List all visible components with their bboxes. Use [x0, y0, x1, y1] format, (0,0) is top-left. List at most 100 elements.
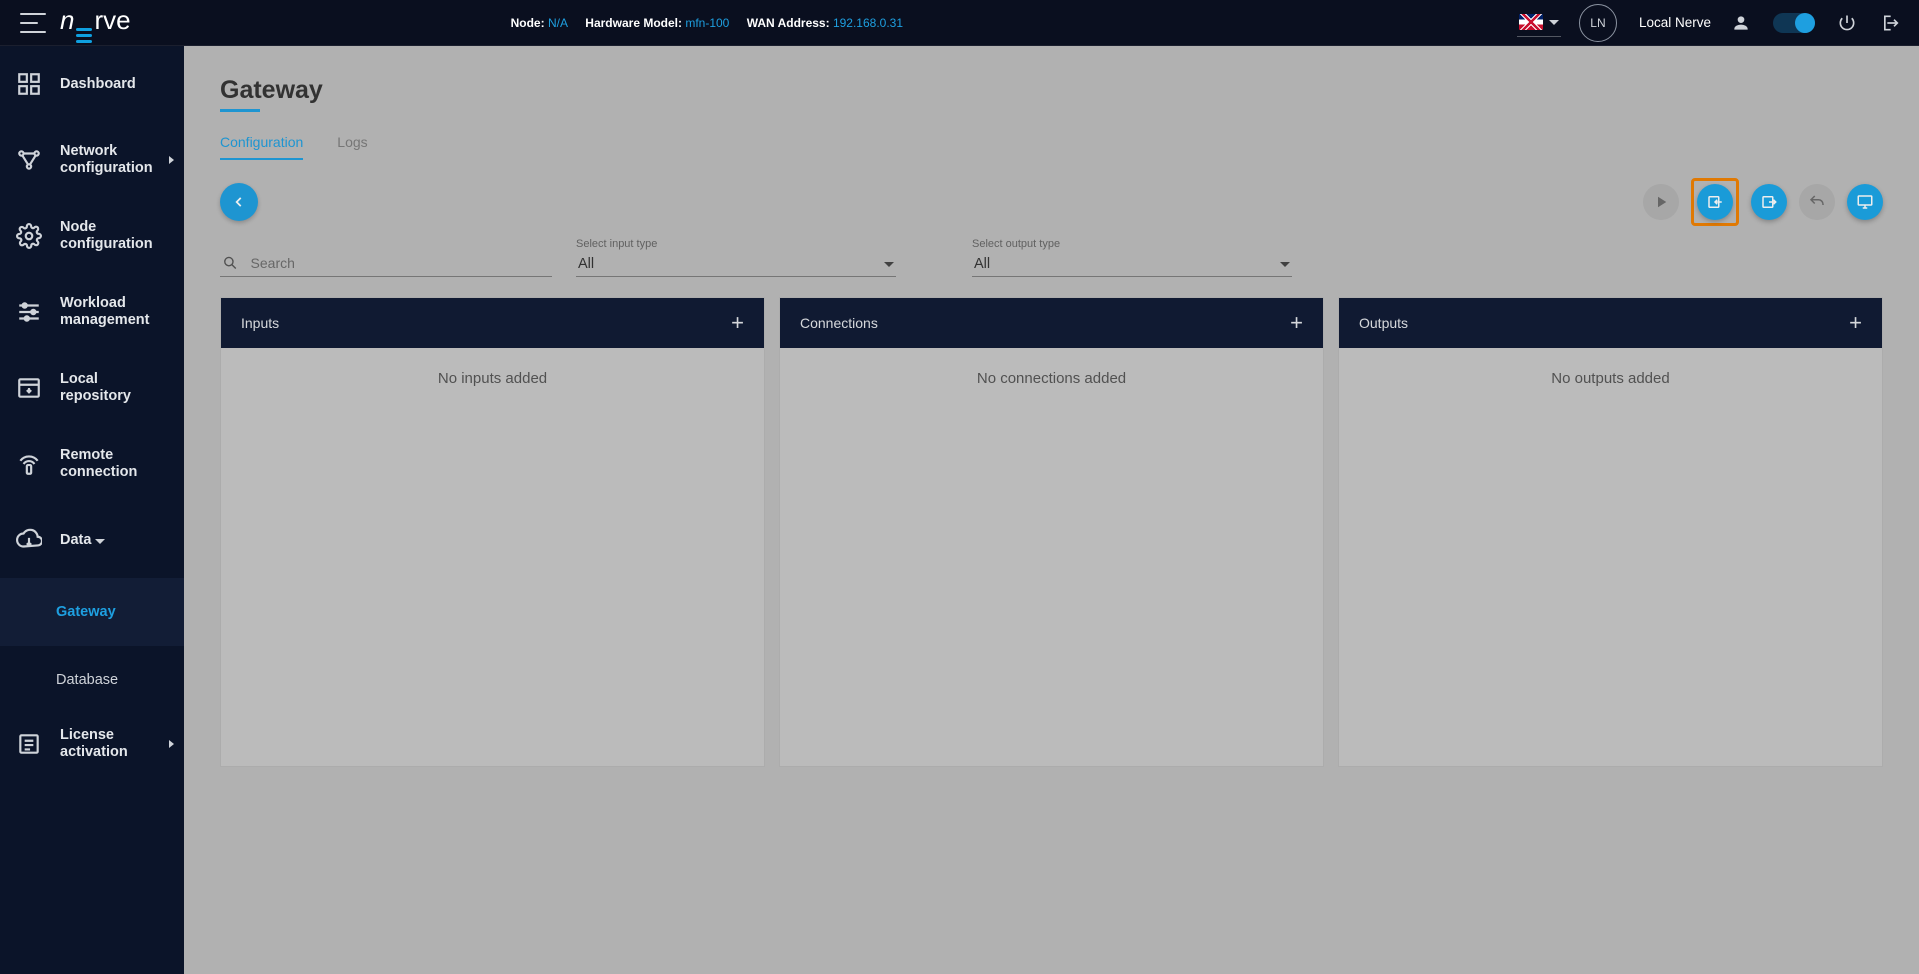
chevron-down-icon	[95, 539, 105, 544]
inputs-body: No inputs added	[221, 348, 764, 766]
user-name: Local Nerve	[1639, 15, 1711, 30]
wan-value: 192.168.0.31	[833, 16, 903, 30]
wan-label: WAN Address:	[747, 16, 830, 30]
select-value: All	[578, 256, 594, 272]
add-connection-button[interactable]: +	[1290, 312, 1303, 334]
power-icon[interactable]	[1837, 13, 1857, 33]
main-content: Gateway Configuration Logs	[184, 46, 1919, 974]
column-title: Inputs	[241, 315, 279, 331]
network-icon	[16, 147, 42, 173]
select-value: All	[974, 256, 990, 272]
outputs-header: Outputs +	[1339, 298, 1882, 348]
tab-configuration[interactable]: Configuration	[220, 134, 303, 160]
sidebar-item-label: Database	[56, 672, 118, 689]
sidebar-item-label: Node configuration	[60, 219, 168, 252]
chevron-down-icon	[1280, 262, 1290, 267]
column-title: Connections	[800, 315, 878, 331]
export-button[interactable]	[1751, 184, 1787, 220]
search-input[interactable]	[220, 250, 552, 277]
language-selector[interactable]	[1517, 8, 1561, 37]
connections-empty-text: No connections added	[977, 370, 1126, 387]
sidebar-item-remote-connection[interactable]: Remote connection	[0, 426, 184, 502]
sidebar-item-dashboard[interactable]: Dashboard	[0, 46, 184, 122]
page-title: Gateway	[220, 76, 1883, 105]
topbar: n rve Node: N/A Hardware Model: mfn-100 …	[0, 0, 1919, 46]
undo-icon	[1808, 193, 1826, 211]
inputs-header: Inputs +	[221, 298, 764, 348]
chevron-down-icon	[884, 262, 894, 267]
connections-body: No connections added	[780, 348, 1323, 766]
search-field[interactable]	[249, 254, 550, 272]
sidebar-item-node-configuration[interactable]: Node configuration	[0, 198, 184, 274]
inputs-column: Inputs + No inputs added	[220, 297, 765, 767]
connections-column: Connections + No connections added	[779, 297, 1324, 767]
sidebar-item-license-activation[interactable]: License activation	[0, 714, 184, 774]
license-icon	[16, 731, 42, 757]
remote-icon	[16, 451, 42, 477]
sidebar-item-label: Gateway	[56, 604, 116, 621]
toggle-switch[interactable]	[1773, 13, 1815, 33]
sidebar-item-label: Remote connection	[60, 447, 168, 480]
avatar-initials: LN	[1590, 16, 1605, 30]
toolbar	[220, 178, 1883, 226]
import-button[interactable]	[1697, 184, 1733, 220]
sidebar-item-workload-management[interactable]: Workload management	[0, 274, 184, 350]
node-value: N/A	[548, 16, 568, 30]
column-title: Outputs	[1359, 315, 1408, 331]
add-output-button[interactable]: +	[1849, 312, 1862, 334]
tab-logs[interactable]: Logs	[337, 134, 367, 160]
import-icon	[1706, 193, 1724, 211]
export-icon	[1760, 193, 1778, 211]
play-button[interactable]	[1643, 184, 1679, 220]
node-label: Node:	[511, 16, 545, 30]
add-input-button[interactable]: +	[731, 312, 744, 334]
hamburger-icon[interactable]	[20, 13, 46, 33]
chevron-right-icon	[169, 156, 174, 164]
logout-icon[interactable]	[1879, 13, 1899, 33]
select-label: Select input type	[576, 238, 896, 250]
filters-row: Select input type All Select output type…	[220, 238, 1883, 277]
hw-label: Hardware Model:	[585, 16, 682, 30]
hw-value: mfn-100	[685, 16, 729, 30]
sidebar-item-database[interactable]: Database	[0, 646, 184, 714]
sidebar-item-label: License activation	[60, 727, 168, 760]
sidebar-item-data[interactable]: Data	[0, 502, 184, 578]
back-button[interactable]	[220, 183, 258, 221]
select-label: Select output type	[972, 238, 1292, 250]
sidebar-item-label: Network configuration	[60, 143, 168, 176]
tabs: Configuration Logs	[220, 134, 1883, 160]
data-icon	[16, 527, 42, 553]
search-icon	[222, 254, 239, 272]
sidebar: Dashboard Network configuration Node con…	[0, 46, 184, 974]
sidebar-item-label: Workload management	[60, 295, 168, 328]
select-input-type[interactable]: Select input type All	[576, 238, 896, 277]
sidebar-item-local-repository[interactable]: Local repository	[0, 350, 184, 426]
logo: n rve	[60, 5, 131, 41]
user-icon[interactable]	[1731, 13, 1751, 33]
node-info: Node: N/A Hardware Model: mfn-100 WAN Ad…	[511, 16, 903, 30]
dashboard-icon	[16, 71, 42, 97]
flag-uk-icon	[1519, 14, 1543, 30]
gateway-columns: Inputs + No inputs added Connections +	[220, 297, 1883, 767]
monitor-button[interactable]	[1847, 184, 1883, 220]
sidebar-item-label: Dashboard	[60, 76, 136, 93]
outputs-column: Outputs + No outputs added	[1338, 297, 1883, 767]
monitor-icon	[1856, 193, 1874, 211]
outputs-body: No outputs added	[1339, 348, 1882, 766]
sidebar-item-gateway[interactable]: Gateway	[0, 578, 184, 646]
highlighted-import-button	[1691, 178, 1739, 226]
sidebar-item-label: Local repository	[60, 371, 168, 404]
sidebar-item-network-configuration[interactable]: Network configuration	[0, 122, 184, 198]
chevron-down-icon	[1549, 20, 1559, 25]
repository-icon	[16, 375, 42, 401]
play-icon	[1652, 193, 1670, 211]
chevron-right-icon	[169, 740, 174, 748]
undo-button[interactable]	[1799, 184, 1835, 220]
connections-header: Connections +	[780, 298, 1323, 348]
select-output-type[interactable]: Select output type All	[972, 238, 1292, 277]
avatar[interactable]: LN	[1579, 4, 1617, 42]
outputs-empty-text: No outputs added	[1551, 370, 1669, 387]
sidebar-item-label: Data	[60, 532, 105, 549]
title-underline	[220, 109, 260, 112]
sliders-icon	[16, 299, 42, 325]
